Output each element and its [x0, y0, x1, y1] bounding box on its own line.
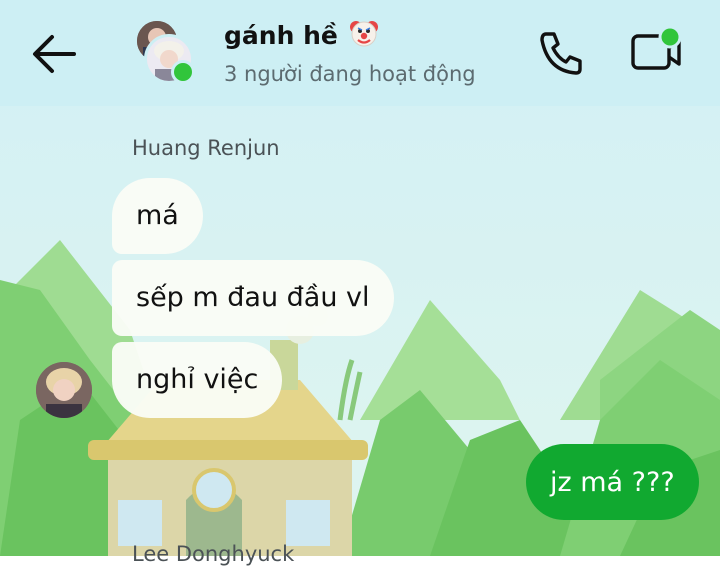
chat-header: gánh hề 3 người đang hoạt động	[0, 0, 720, 106]
received-message-bubble[interactable]: sếp m đau đầu vl	[112, 260, 394, 336]
chat-title[interactable]: gánh hề	[224, 18, 379, 50]
online-status-dot	[171, 60, 195, 84]
phone-icon	[540, 32, 582, 75]
voice-call-button[interactable]	[534, 26, 588, 80]
clown-face-icon	[349, 21, 378, 47]
group-avatar[interactable]	[130, 16, 200, 86]
active-members-status: 3 người đang hoạt động	[224, 62, 476, 86]
sender-avatar[interactable]	[36, 362, 92, 418]
arrow-left-icon	[33, 35, 76, 73]
video-call-button[interactable]	[624, 24, 688, 80]
video-camera-icon	[631, 25, 682, 70]
received-message-bubble[interactable]: má	[112, 178, 203, 254]
message-sender-name: Lee Donghyuck	[132, 542, 295, 566]
message-sender-name: Huang Renjun	[132, 136, 280, 160]
sent-message-bubble[interactable]: jz má ???	[526, 444, 699, 520]
received-message-bubble[interactable]: nghỉ việc	[112, 342, 283, 418]
back-button[interactable]	[26, 28, 82, 80]
chat-title-text: gánh hề	[224, 21, 338, 50]
